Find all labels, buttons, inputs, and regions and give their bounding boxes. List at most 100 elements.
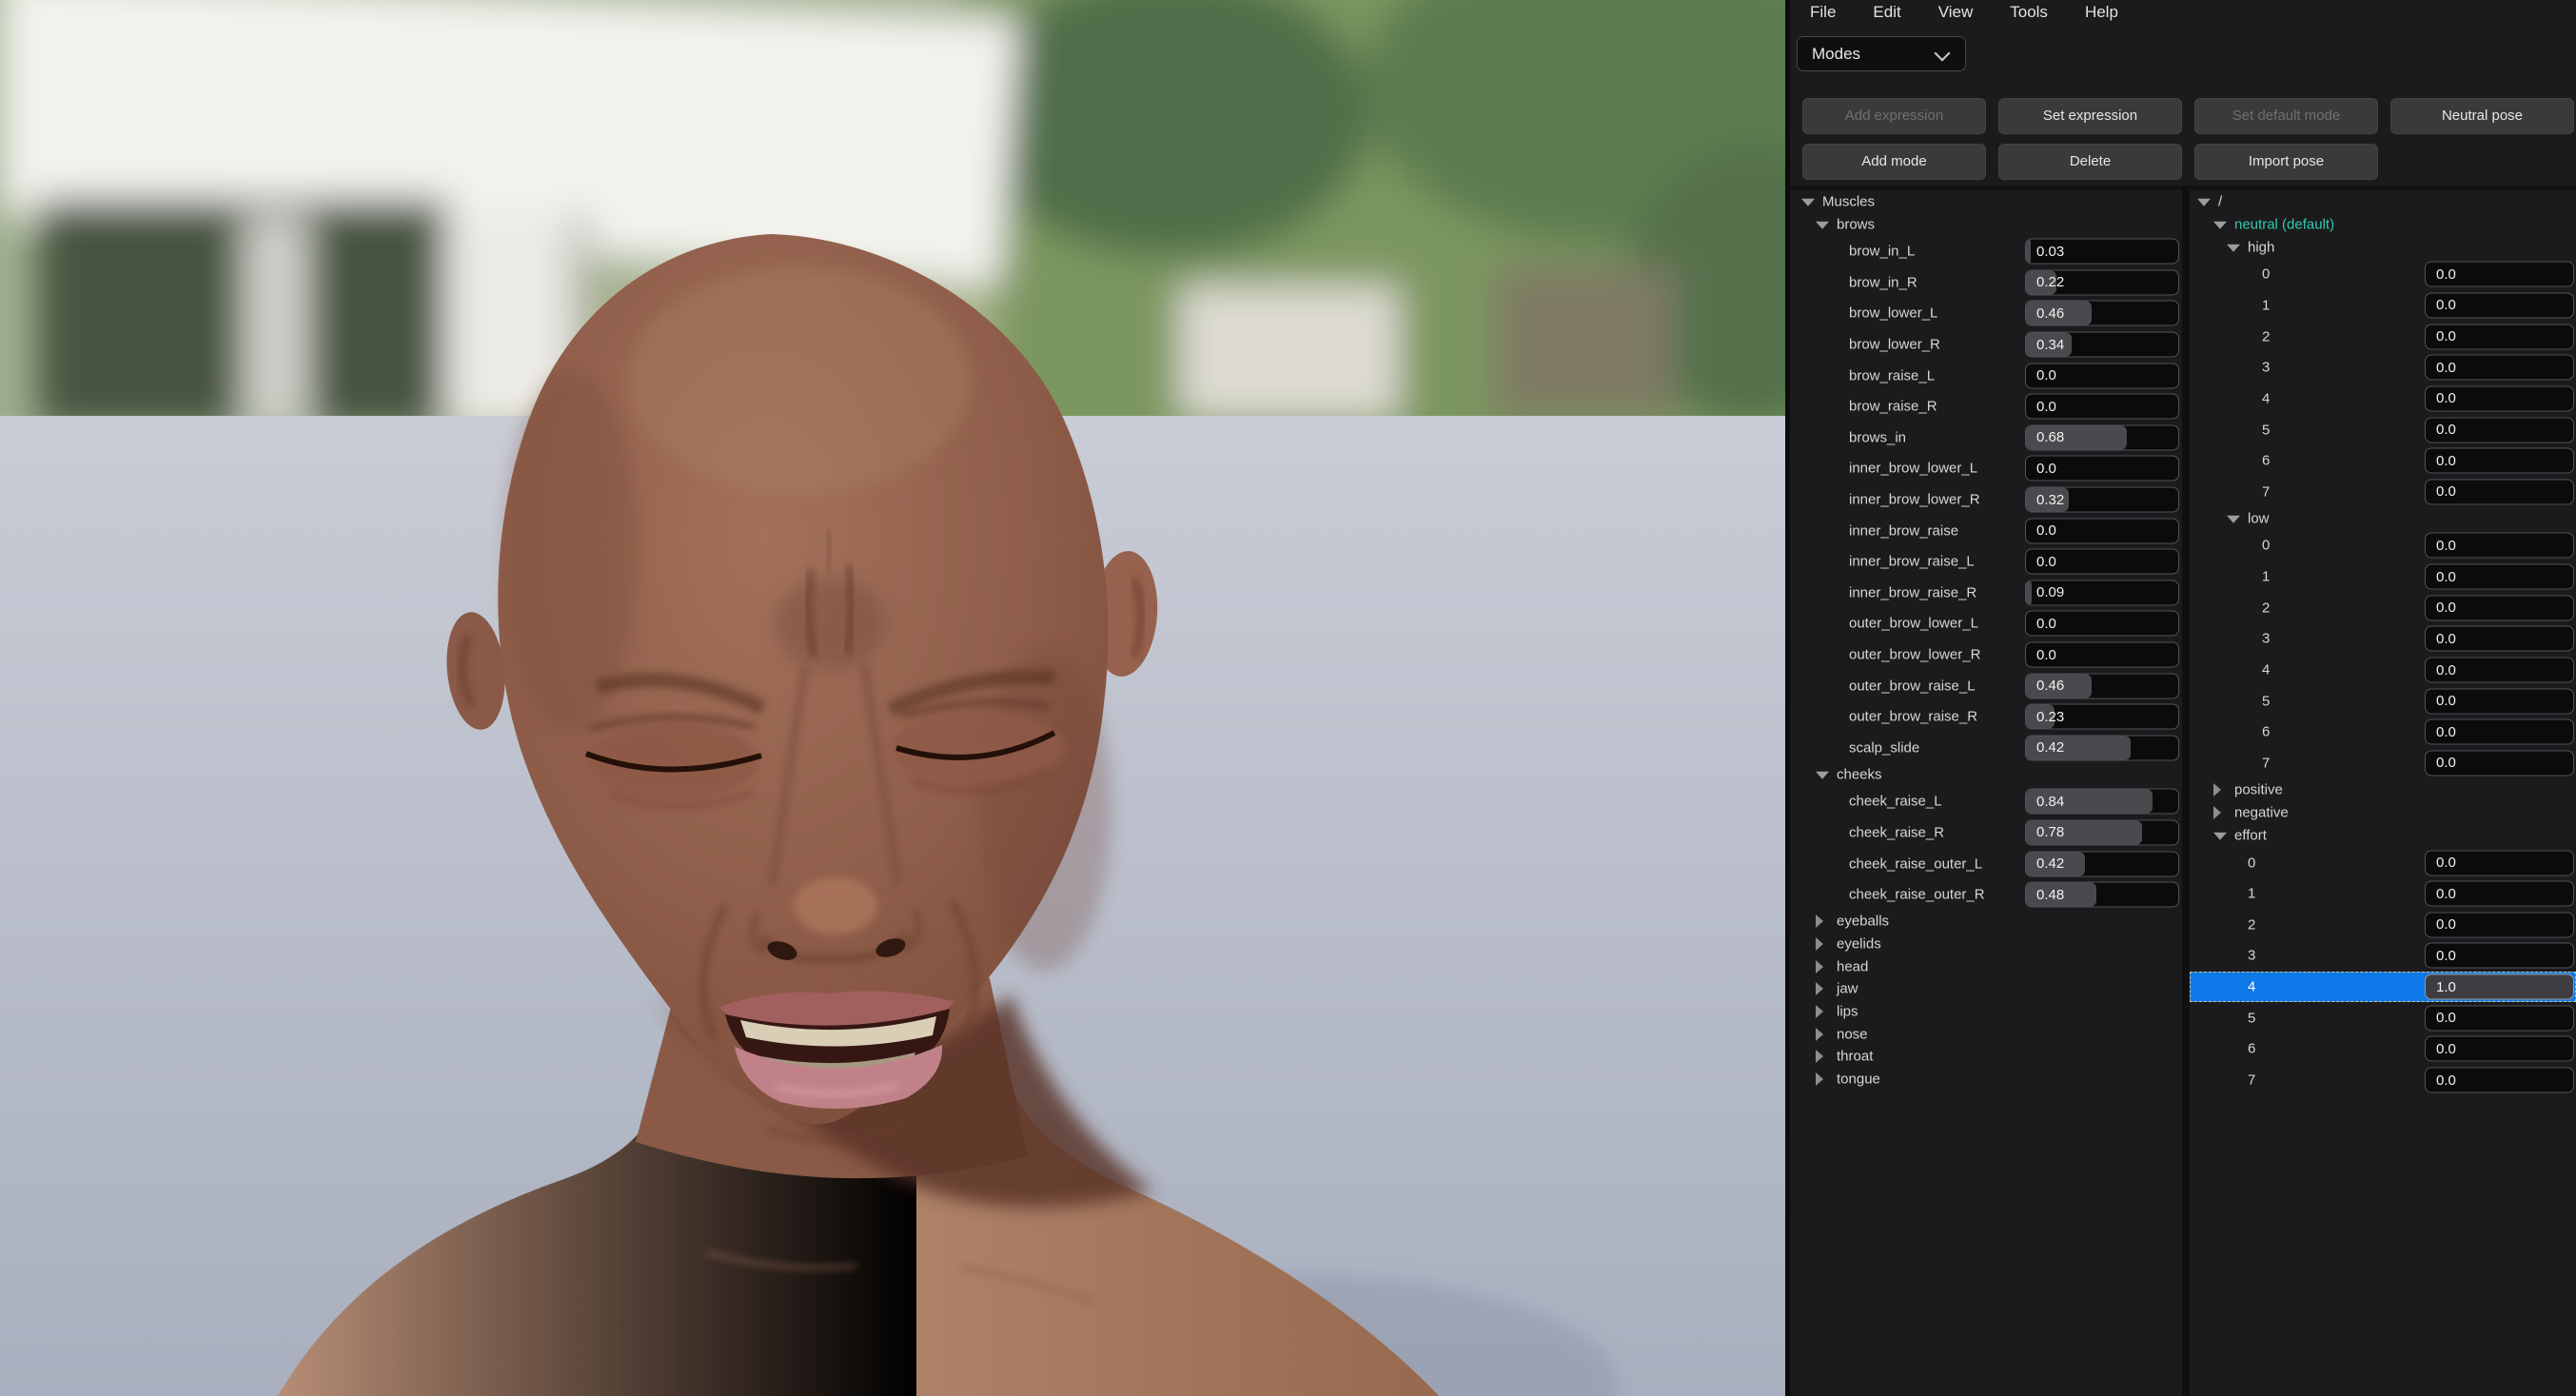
tree-group-muscles[interactable]: Muscles <box>1798 190 2182 213</box>
triangle-right-icon[interactable] <box>2213 783 2221 796</box>
triangle-right-icon[interactable] <box>1816 914 1823 928</box>
pose-slider-row[interactable]: 00.0 <box>2190 847 2576 878</box>
tree-group-jaw[interactable]: jaw <box>1798 978 2182 1001</box>
muscle-row-cheek-raise-outer-r[interactable]: cheek_raise_outer_R0.48 <box>1798 879 2182 911</box>
slider-field[interactable]: 0.22 <box>2025 269 2179 295</box>
slider-field[interactable]: 0.48 <box>2025 882 2179 908</box>
slider-field[interactable]: 0.0 <box>2425 292 2574 318</box>
pose-slider-row[interactable]: 60.0 <box>2190 445 2576 477</box>
tree-group-head[interactable]: head <box>1798 955 2182 978</box>
muscle-row-brow-in-l[interactable]: brow_in_L0.03 <box>1798 236 2182 267</box>
slider-field[interactable]: 0.0 <box>2425 533 2574 559</box>
triangle-down-icon[interactable] <box>1801 199 1815 206</box>
triangle-right-icon[interactable] <box>1816 982 1823 995</box>
add-mode-button[interactable]: Add mode <box>1802 144 1986 180</box>
triangle-down-icon[interactable] <box>2227 516 2240 523</box>
slider-field[interactable]: 0.0 <box>2425 1036 2574 1062</box>
triangle-right-icon[interactable] <box>1816 1050 1823 1063</box>
slider-field[interactable]: 0.09 <box>2025 580 2179 605</box>
pose-slider-row[interactable]: 30.0 <box>2190 940 2576 972</box>
triangle-down-icon[interactable] <box>2197 199 2211 206</box>
triangle-right-icon[interactable] <box>1816 937 1823 951</box>
tree-group-lips[interactable]: lips <box>1798 1000 2182 1023</box>
pose-slider-row[interactable]: 40.0 <box>2190 655 2576 686</box>
pose-slider-row[interactable]: 10.0 <box>2190 878 2576 910</box>
slider-field[interactable]: 0.0 <box>2025 363 2179 388</box>
slider-field[interactable]: 0.34 <box>2025 332 2179 358</box>
menu-edit[interactable]: Edit <box>1873 3 1900 22</box>
pose-slider-row[interactable]: 10.0 <box>2190 561 2576 593</box>
pose-slider-row[interactable]: 40.0 <box>2190 383 2576 415</box>
set-default-mode-button[interactable]: Set default mode <box>2194 98 2378 134</box>
neutral-pose-button[interactable]: Neutral pose <box>2390 98 2574 134</box>
muscle-row-cheek-raise-l[interactable]: cheek_raise_L0.84 <box>1798 786 2182 817</box>
slider-field[interactable]: 0.42 <box>2025 735 2179 760</box>
slider-field[interactable]: 0.0 <box>2425 881 2574 907</box>
slider-field[interactable]: 0.0 <box>2425 943 2574 969</box>
import-pose-button[interactable]: Import pose <box>2194 144 2378 180</box>
muscle-row-brow-raise-l[interactable]: brow_raise_L0.0 <box>1798 360 2182 391</box>
modes-dropdown[interactable]: Modes <box>1797 36 1966 71</box>
muscle-row-cheek-raise-r[interactable]: cheek_raise_R0.78 <box>1798 817 2182 849</box>
slider-field[interactable]: 0.46 <box>2025 673 2179 698</box>
slider-field[interactable]: 0.0 <box>2425 688 2574 714</box>
tree-group-eyelids[interactable]: eyelids <box>1798 933 2182 955</box>
slider-field[interactable]: 0.0 <box>2425 750 2574 776</box>
tree-group-neutral-default[interactable]: neutral (default) <box>2190 213 2576 236</box>
tree-group-nose[interactable]: nose <box>1798 1023 2182 1046</box>
slider-field[interactable]: 0.0 <box>2425 1005 2574 1031</box>
pose-slider-row[interactable]: 70.0 <box>2190 476 2576 507</box>
triangle-down-icon[interactable] <box>2213 833 2227 840</box>
set-expression-button[interactable]: Set expression <box>1998 98 2182 134</box>
muscle-row-brow-lower-r[interactable]: brow_lower_R0.34 <box>1798 329 2182 361</box>
menu-help[interactable]: Help <box>2085 3 2118 22</box>
pose-slider-row[interactable]: 50.0 <box>2190 685 2576 717</box>
muscle-row-outer-brow-raise-l[interactable]: outer_brow_raise_L0.46 <box>1798 670 2182 701</box>
tree-group-brows[interactable]: brows <box>1798 213 2182 236</box>
tree-group-positive[interactable]: positive <box>2190 778 2576 801</box>
pose-slider-row[interactable]: 10.0 <box>2190 290 2576 322</box>
tree-group-high[interactable]: high <box>2190 236 2576 259</box>
slider-field[interactable]: 0.0 <box>2025 611 2179 637</box>
pose-slider-row[interactable]: 50.0 <box>2190 1002 2576 1033</box>
slider-field[interactable]: 0.23 <box>2025 704 2179 730</box>
muscle-row-brow-lower-l[interactable]: brow_lower_L0.46 <box>1798 298 2182 329</box>
pose-slider-row[interactable]: 60.0 <box>2190 1033 2576 1065</box>
pose-slider-row[interactable]: 50.0 <box>2190 414 2576 445</box>
slider-field[interactable]: 0.0 <box>2425 479 2574 504</box>
slider-field[interactable]: 0.0 <box>2025 394 2179 420</box>
triangle-right-icon[interactable] <box>1816 1072 1823 1086</box>
slider-field[interactable]: 0.0 <box>2425 719 2574 745</box>
slider-field[interactable]: 0.0 <box>2425 850 2574 875</box>
slider-field[interactable]: 0.42 <box>2025 851 2179 876</box>
slider-field[interactable]: 0.0 <box>2425 1068 2574 1093</box>
slider-field[interactable]: 0.0 <box>2025 456 2179 482</box>
slider-field[interactable]: 0.68 <box>2025 424 2179 450</box>
pose-slider-row[interactable]: 70.0 <box>2190 748 2576 779</box>
muscle-row-scalp-slide[interactable]: scalp_slide0.42 <box>1798 733 2182 764</box>
triangle-right-icon[interactable] <box>1816 1005 1823 1018</box>
pose-slider-row[interactable]: 30.0 <box>2190 352 2576 383</box>
menu-view[interactable]: View <box>1938 3 1974 22</box>
triangle-down-icon[interactable] <box>1816 772 1829 779</box>
triangle-down-icon[interactable] <box>2213 222 2227 229</box>
slider-field[interactable]: 0.03 <box>2025 239 2179 265</box>
tree-group-low[interactable]: low <box>2190 507 2576 530</box>
slider-field[interactable]: 0.0 <box>2425 355 2574 381</box>
muscle-row-inner-brow-lower-l[interactable]: inner_brow_lower_L0.0 <box>1798 453 2182 484</box>
add-expression-button[interactable]: Add expression <box>1802 98 1986 134</box>
slider-field[interactable]: 0.46 <box>2025 301 2179 326</box>
tree-group-eyeballs[interactable]: eyeballs <box>1798 910 2182 933</box>
pose-slider-row[interactable]: 70.0 <box>2190 1065 2576 1096</box>
muscle-row-cheek-raise-outer-l[interactable]: cheek_raise_outer_L0.42 <box>1798 848 2182 879</box>
triangle-right-icon[interactable] <box>1816 1028 1823 1041</box>
slider-field[interactable]: 0.0 <box>2025 549 2179 575</box>
triangle-down-icon[interactable] <box>1816 222 1829 229</box>
muscle-row-inner-brow-raise-r[interactable]: inner_brow_raise_R0.09 <box>1798 578 2182 609</box>
tree-group-cheeks[interactable]: cheeks <box>1798 763 2182 786</box>
pose-slider-row[interactable]: 20.0 <box>2190 321 2576 352</box>
slider-field[interactable]: 0.84 <box>2025 789 2179 815</box>
slider-field[interactable]: 0.0 <box>2425 912 2574 937</box>
muscle-row-outer-brow-lower-l[interactable]: outer_brow_lower_L0.0 <box>1798 608 2182 639</box>
slider-field[interactable]: 0.0 <box>2425 262 2574 287</box>
